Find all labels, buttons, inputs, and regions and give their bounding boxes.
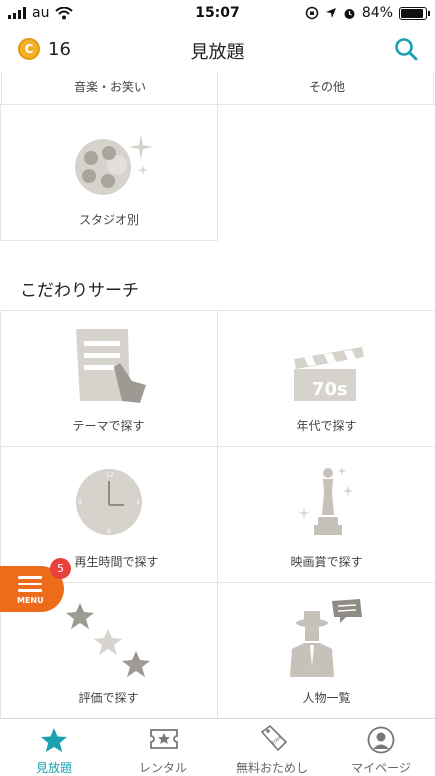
search-people[interactable]: 人物一覧 [218,583,435,719]
star-icon [41,728,67,752]
search-award[interactable]: 映画賞で探す [218,447,435,583]
hamburger-icon [18,576,42,596]
battery-icon [399,6,430,20]
svg-text:12: 12 [106,472,114,479]
tab-rental[interactable]: レンタル [109,719,217,776]
orientation-lock-icon [305,6,319,20]
tab-label: マイページ [351,761,411,775]
search-runtime[interactable]: 12 3 6 9 再生時間で探す [0,447,218,583]
tab-free-trial[interactable]: free 無料おためし [218,719,326,776]
svg-text:6: 6 [107,528,111,535]
menu-label: MENU [17,596,44,605]
search-label: 評価で探す [78,691,139,705]
search-era[interactable]: 70s 年代で探す [218,311,435,447]
category-studio[interactable]: スタジオ別 [0,105,218,241]
person-icon [290,599,362,677]
clock-icon: 12 3 6 9 [76,469,142,535]
trophy-icon [298,467,354,535]
tab-label: 無料おためし [235,761,308,775]
location-icon [325,8,336,18]
document-hand-icon [76,329,146,403]
tab-label: 見放題 [35,761,72,775]
tab-my-page[interactable]: マイページ [327,719,435,776]
free-tag-icon: free [260,724,288,752]
era-icon-text: 70s [312,379,348,400]
search-label: テーマで探す [72,419,145,433]
svg-text:3: 3 [136,499,140,506]
search-label: 映画賞で探す [290,555,363,569]
nav-bar: C 16 見放題 [0,26,435,72]
category-music-comedy[interactable]: 音楽・お笑い [74,78,146,95]
category-other[interactable]: その他 [309,78,345,95]
user-icon [367,726,395,754]
stars-icon [66,603,150,677]
tab-unlimited[interactable]: 見放題 [0,719,108,776]
category-label: スタジオ別 [78,213,139,227]
status-bar: au 15:07 84% [0,0,435,26]
clapperboard-icon: 70s [294,347,364,401]
tab-label: レンタル [138,761,187,775]
tab-bar: 見放題 レンタル free 無料おためし マイページ [0,718,435,776]
section-title: こだわりサーチ [20,281,139,301]
alarm-icon [344,8,355,19]
svg-text:9: 9 [78,499,82,506]
search-label: 年代で探す [296,419,357,433]
search-theme[interactable]: テーマで探す [0,311,218,447]
film-reel-icon [75,135,153,195]
menu-badge: 5 [50,558,71,579]
search-label: 人物一覧 [302,691,351,705]
battery-percent: 84% [361,5,393,21]
page-title: 見放題 [190,42,245,63]
svg-text:free: free [270,733,284,747]
search-icon[interactable] [393,36,419,62]
category-row-top: 音楽・お笑い その他 [0,72,435,105]
ticket-star-icon [150,729,178,749]
